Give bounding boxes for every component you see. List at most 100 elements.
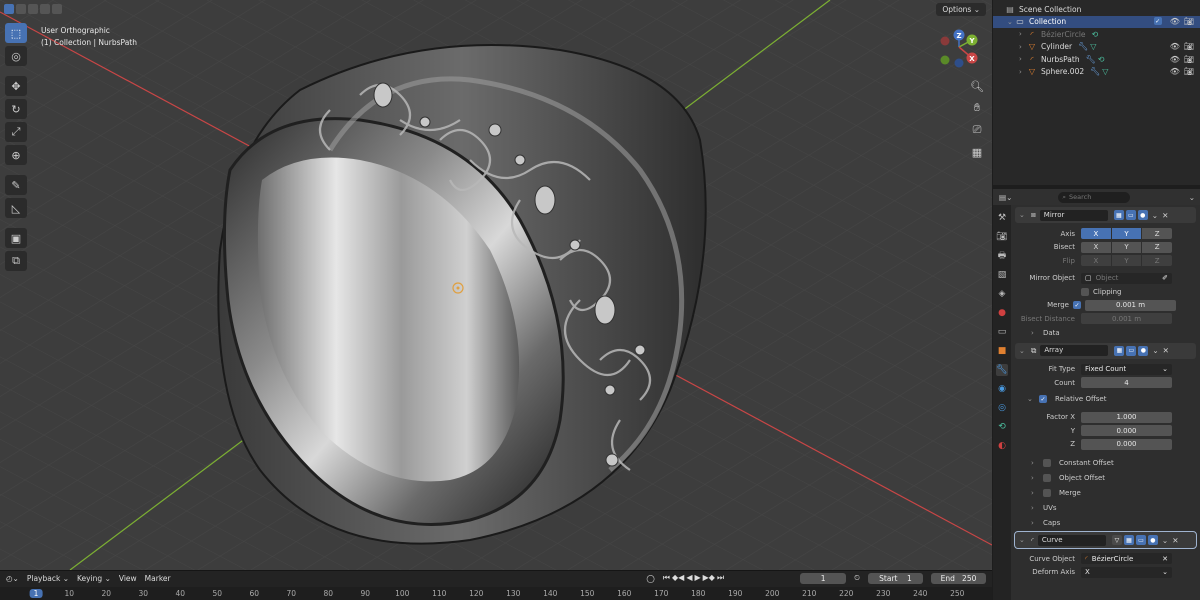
select-mode-subtract-icon[interactable] — [28, 4, 38, 14]
outliner-item-beziercircle[interactable]: › ◜ BézierCircle ⟲ — [993, 28, 1200, 41]
3d-viewport[interactable]: Z Y X Options ⌄ User Orthographic (1) Co… — [0, 0, 992, 570]
chevron-down-icon[interactable]: ⌄ — [1019, 347, 1027, 355]
render-camera-icon[interactable]: 📷︎ — [1184, 55, 1194, 64]
clipping-checkbox[interactable] — [1081, 287, 1089, 296]
flip-x-toggle[interactable]: X — [1081, 255, 1111, 267]
render-camera-icon[interactable]: ● — [1147, 535, 1158, 545]
chevron-down-icon[interactable]: ⌄ — [1007, 18, 1015, 26]
exclude-checkbox[interactable]: ✓ — [1153, 17, 1162, 26]
close-icon[interactable]: ✕ — [1162, 211, 1168, 220]
render-tab-icon[interactable]: 📷︎ — [996, 231, 1008, 243]
next-keyframe-icon[interactable]: ▶◆ — [703, 573, 715, 583]
uvs-subpanel[interactable]: › UVs — [1011, 500, 1200, 515]
select-mode-new-icon[interactable] — [4, 4, 14, 14]
move-icon[interactable]: ✥ — [5, 76, 27, 96]
select-mode-extend-icon[interactable] — [16, 4, 26, 14]
camera-icon[interactable]: ⎚ — [969, 122, 985, 138]
curve-object-field[interactable]: ◜ BézierCircle ✕ — [1081, 553, 1172, 565]
rotate-icon[interactable]: ↻ — [5, 99, 27, 119]
modifier-name-field[interactable]: Curve — [1037, 534, 1106, 546]
array-modifier-header[interactable]: ⌄ ⧉ Array ▦ ▭ ● ⌄ ✕ — [1015, 342, 1196, 359]
caps-subpanel[interactable]: › Caps — [1011, 515, 1200, 530]
world-tab-icon[interactable]: ● — [996, 307, 1008, 319]
viewport-display-icon[interactable]: ▭ — [1126, 345, 1137, 356]
collection-row[interactable]: ⌄ ▭ Collection ✓ 👁︎ 📷︎ — [993, 15, 1200, 28]
chevron-down-icon[interactable]: ⌄ — [1152, 346, 1158, 355]
grid-icon[interactable]: ▦ — [969, 144, 985, 160]
scene-tab-icon[interactable]: ◈ — [996, 288, 1008, 300]
object-offset-checkbox[interactable] — [1043, 473, 1051, 482]
prev-keyframe-icon[interactable]: ◆◀ — [672, 573, 684, 583]
relative-offset-subpanel[interactable]: ⌄ ✓ Relative Offset — [1011, 392, 1200, 407]
select-mode-invert-icon[interactable] — [40, 4, 50, 14]
modifier-name-field[interactable]: Mirror — [1039, 209, 1108, 221]
pan-hand-icon[interactable]: ✋︎ — [969, 100, 985, 116]
edit-mode-icon[interactable]: ▦ — [1114, 345, 1125, 356]
play-icon[interactable]: ▶ — [694, 573, 700, 583]
chevron-right-icon[interactable]: › — [1019, 43, 1027, 51]
jump-end-icon[interactable]: ⏭ — [717, 573, 724, 583]
constraints-tab-icon[interactable]: ⟲ — [996, 421, 1008, 433]
flip-z-toggle[interactable]: Z — [1142, 255, 1173, 267]
collection-tab-icon[interactable]: ▭ — [996, 326, 1008, 338]
object-offset-subpanel[interactable]: › Object Offset — [1011, 470, 1200, 485]
merge-checkbox[interactable]: ✓ — [1073, 301, 1081, 310]
factor-z-field[interactable]: 0.000 — [1081, 438, 1172, 450]
options-dropdown[interactable]: Options ⌄ — [936, 3, 986, 16]
mirror-modifier-header[interactable]: ⌄ ⧈ Mirror ▦ ▭ ● ⌄ ✕ — [1015, 207, 1196, 223]
chevron-right-icon[interactable]: › — [1019, 68, 1027, 76]
output-tab-icon[interactable]: 🖶 — [996, 250, 1008, 262]
close-icon[interactable]: ✕ — [1162, 555, 1168, 563]
chevron-down-icon[interactable]: ⌄ — [1019, 211, 1027, 219]
chevron-down-icon[interactable]: ⌄ — [1162, 536, 1168, 545]
outliner-item-nurbspath[interactable]: › ◜ NurbsPath 🔧︎ ⟲ 👁︎ 📷︎ — [993, 53, 1200, 66]
on-cage-icon[interactable]: ▽ — [1111, 535, 1122, 545]
select-mode-intersect-icon[interactable] — [52, 4, 62, 14]
chevron-down-icon[interactable]: ⌄ — [1019, 536, 1027, 544]
view-layer-tab-icon[interactable]: ▧ — [996, 269, 1008, 281]
clock-icon[interactable]: ⏲ — [854, 573, 860, 583]
particles-tab-icon[interactable]: ◉ — [996, 383, 1008, 395]
bisect-y-toggle[interactable]: Y — [1111, 241, 1142, 253]
curve-modifier-header[interactable]: ⌄ ◜ Curve ▽ ▦ ▭ ● ⌄ ✕ — [1014, 531, 1197, 549]
edit-mode-icon[interactable]: ▦ — [1113, 210, 1124, 220]
cursor-icon[interactable]: ◎ — [5, 46, 27, 66]
render-camera-icon[interactable]: 📷︎ — [1184, 42, 1194, 51]
relative-offset-checkbox[interactable]: ✓ — [1039, 395, 1047, 403]
merge-distance-field[interactable]: 0.001 m — [1085, 299, 1176, 311]
zoom-icon[interactable]: 🔍︎ — [969, 78, 985, 94]
transform-icon[interactable]: ⊕ — [5, 145, 27, 165]
eye-icon[interactable]: 👁︎ — [1170, 55, 1180, 64]
viewport-scene[interactable]: Z Y X — [0, 0, 992, 570]
chevron-right-icon[interactable]: › — [1019, 30, 1027, 38]
object-tab-icon[interactable]: ■ — [996, 345, 1008, 357]
viewport-display-icon[interactable]: ▭ — [1135, 535, 1146, 545]
eye-icon[interactable]: 👁︎ — [1170, 17, 1180, 26]
eye-icon[interactable]: 👁︎ — [1170, 42, 1180, 51]
render-camera-icon[interactable]: 📷︎ — [1184, 17, 1194, 26]
array-merge-subpanel[interactable]: › Merge — [1011, 485, 1200, 500]
constant-offset-checkbox[interactable] — [1043, 458, 1051, 467]
data-subpanel[interactable]: › Data — [1011, 326, 1200, 341]
playback-menu[interactable]: Playback ⌄ — [27, 574, 69, 583]
jump-start-icon[interactable]: ⏮ — [663, 573, 670, 583]
timeline-editor-icon[interactable]: ◴⌄ — [6, 574, 19, 583]
factor-y-field[interactable]: 0.000 — [1081, 425, 1172, 437]
axis-y-toggle[interactable]: Y — [1111, 228, 1142, 240]
render-camera-icon[interactable]: ● — [1138, 345, 1149, 356]
close-icon[interactable]: ✕ — [1172, 536, 1178, 545]
fit-type-dropdown[interactable]: Fixed Count ⌄ — [1081, 363, 1172, 375]
chevron-down-icon[interactable]: ⌄ — [1189, 193, 1195, 202]
marker-menu[interactable]: Marker — [145, 574, 171, 583]
extrude-icon[interactable]: ⧉ — [5, 251, 27, 271]
bisect-distance-field[interactable]: 0.001 m — [1081, 313, 1172, 325]
current-frame-field[interactable]: 1 — [800, 572, 847, 584]
annotate-icon[interactable]: ✎ — [5, 175, 27, 195]
mirror-object-field[interactable]: ▢ Object ✐ — [1081, 272, 1172, 284]
physics-tab-icon[interactable]: ◎ — [996, 402, 1008, 414]
bisect-x-toggle[interactable]: X — [1081, 241, 1111, 253]
outliner-item-sphere[interactable]: › ▽ Sphere.002 🔧︎ ▽ 👁︎ 📷︎ — [993, 66, 1200, 79]
bisect-z-toggle[interactable]: Z — [1142, 241, 1173, 253]
view-menu[interactable]: View — [119, 574, 137, 583]
current-frame-marker[interactable]: 1 — [29, 589, 43, 598]
